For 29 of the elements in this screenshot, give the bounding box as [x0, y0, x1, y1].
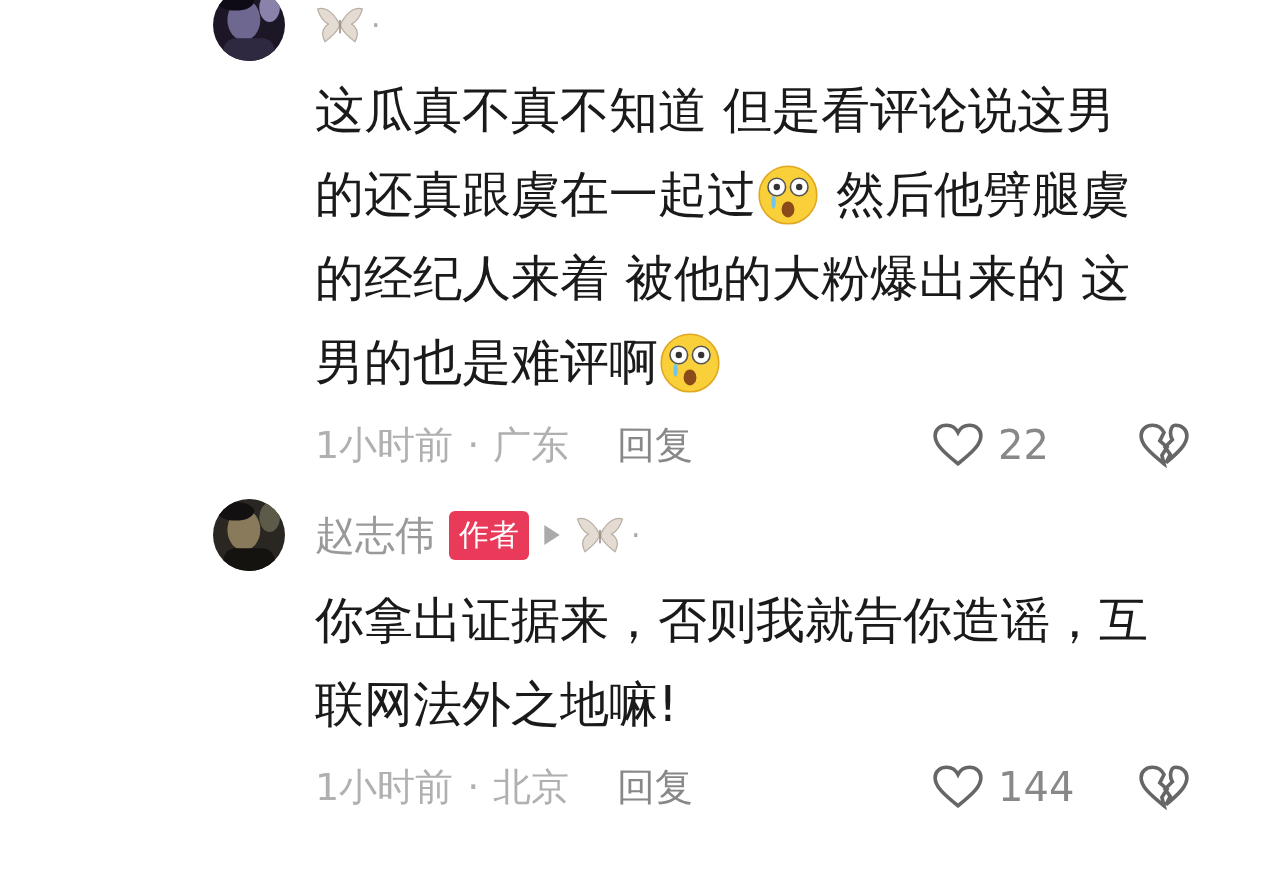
separator-dot: ·: [371, 7, 381, 43]
separator-dot: ·: [467, 423, 480, 467]
butterfly-icon: [575, 516, 625, 554]
emoji-icon: [658, 331, 722, 395]
heart-icon[interactable]: [932, 422, 984, 468]
comment-text: 联网法外之地嘛!: [315, 675, 678, 735]
comment-time: 1小时前: [315, 763, 454, 811]
comment-text: 这瓜真不真不知道 但是看评论说这男: [315, 81, 1115, 141]
butterfly-icon: [315, 6, 365, 44]
comment-location: 广东: [493, 421, 570, 469]
broken-heart-icon[interactable]: [1138, 422, 1190, 468]
comment-text: 的经纪人来着 被他的大粉爆出来的 这: [315, 249, 1131, 309]
comment-text: 你拿出证据来，否则我就告你造谣，互: [315, 591, 1148, 651]
author-name[interactable]: 赵志伟: [315, 507, 435, 563]
comment-text: 然后他劈腿虞: [834, 165, 1130, 225]
author-badge: 作者: [449, 510, 529, 560]
comment-time: 1小时前: [315, 421, 454, 469]
separator-dot: ·: [631, 517, 641, 553]
emoji-icon: [756, 163, 820, 227]
comment-location: 北京: [493, 763, 570, 811]
reply-button[interactable]: 回复: [617, 419, 694, 471]
separator-dot: ·: [467, 765, 480, 809]
comment-text: 的还真跟虞在一起过: [315, 165, 756, 225]
like-count: 22: [998, 422, 1050, 468]
reply-button[interactable]: 回复: [617, 761, 694, 813]
comment-text: 男的也是难评啊: [315, 333, 658, 393]
heart-icon[interactable]: [932, 764, 984, 810]
like-count: 144: [998, 764, 1076, 810]
broken-heart-icon[interactable]: [1138, 764, 1190, 810]
